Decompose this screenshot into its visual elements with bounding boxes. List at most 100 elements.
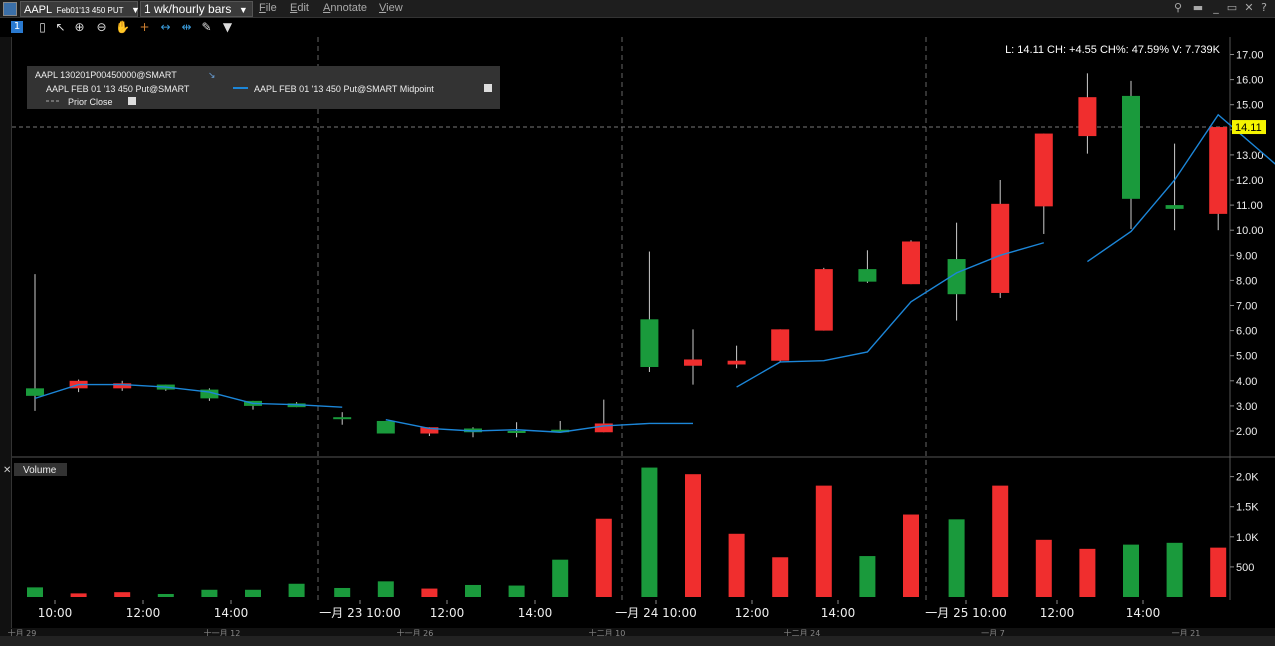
crosshair-icon[interactable]: + [137, 20, 152, 35]
volume-bar [70, 593, 87, 597]
volume-bar [465, 584, 481, 597]
crosshair-cursor-icon[interactable]: ↖ [53, 20, 68, 35]
zoom-in-icon[interactable]: ⊕ [72, 20, 87, 35]
help-icon[interactable]: ? [1258, 2, 1270, 14]
volume-bar [772, 557, 789, 597]
volume-bar [641, 467, 658, 597]
volume-bar [1123, 544, 1139, 597]
pin-icon[interactable]: ⚲ [1172, 2, 1184, 14]
symbol-combo[interactable]: AAPL Feb01'13 450 PUT ▼ [20, 1, 140, 17]
price-tick-label: 16.00 [1236, 75, 1264, 87]
time-axis: 10:00 12:00 14:00 一月 23 10:00 12:00 14:00 一月 2… [38, 600, 1161, 620]
volume-bar [903, 514, 919, 597]
volume-axis: 500 1.0K 1.5K 2.0K [1230, 472, 1259, 574]
candle-body [814, 269, 833, 331]
link-icon[interactable]: ▬ [1192, 2, 1204, 14]
symbol-label: AAPL [24, 4, 53, 16]
price-axis: 2.00 3.00 4.00 5.00 6.00 7.00 8.00 9.00 10.00 11.… [1230, 50, 1264, 438]
candle-body [771, 329, 790, 361]
candle-body [902, 241, 920, 285]
minimize-icon[interactable]: _ [1210, 2, 1222, 14]
candle-body [507, 431, 526, 433]
price-tick-label: 9.00 [1236, 250, 1257, 262]
chevron-down-icon: ▼ [130, 5, 140, 15]
price-tick-label: 15.00 [1236, 100, 1264, 112]
pan-hand-icon[interactable]: ✋ [115, 20, 130, 35]
volume-bar [728, 533, 745, 597]
volume-bars [27, 467, 1227, 597]
menu-view[interactable]: View [379, 2, 403, 14]
close-icon[interactable]: ✕ [1243, 2, 1255, 14]
chart-canvas[interactable]: 2.00 3.00 4.00 5.00 6.00 7.00 8.00 9.00 10.00 11.… [0, 37, 1275, 646]
expand-horizontal-icon[interactable]: ↔ [158, 20, 173, 35]
volume-bar [992, 485, 1009, 597]
volume-bar [815, 485, 832, 597]
volume-pane: ✕ Volume 500 1.0K 1.5K 2.0K [3, 463, 1259, 597]
candle-body [1165, 205, 1184, 209]
candle-body [1209, 127, 1228, 214]
time-tick-label: 12:00 [735, 606, 770, 620]
price-tick-label: 6.00 [1236, 326, 1257, 338]
chevron-down-icon: ▼ [238, 5, 248, 15]
time-tick-label: 14:00 [821, 606, 856, 620]
menu-file[interactable]: File [259, 2, 277, 14]
candle-body [1122, 95, 1140, 199]
volume-bar [1035, 539, 1052, 597]
volume-bar [685, 474, 701, 597]
volume-bar [859, 556, 876, 597]
volume-tick-label: 1.5K [1236, 502, 1259, 514]
volume-bar [552, 559, 569, 597]
time-tick-label: 12:00 [1040, 606, 1075, 620]
time-tick-label: 一月 25 10:00 [925, 606, 1006, 620]
bar-count-badge[interactable]: 1 [11, 21, 23, 33]
timeline-strip[interactable] [0, 628, 1275, 636]
menu-annotate[interactable]: Annotate [323, 2, 367, 14]
time-tick-label: 12:00 [126, 606, 161, 620]
volume-bar [377, 581, 394, 597]
dropdown-triangle-icon[interactable]: ▼ [220, 20, 235, 35]
volume-bar [1079, 548, 1096, 597]
price-tick-label: 13.00 [1236, 150, 1264, 162]
legend-contract: AAPL 130201P00450000@SMART [35, 70, 177, 80]
timeframe-combo[interactable]: 1 wk/hourly bars ▼ [140, 1, 253, 17]
legend-prior-close-checkbox[interactable] [128, 97, 136, 105]
maximize-icon[interactable]: ▭ [1226, 2, 1238, 14]
candle-body [594, 423, 613, 433]
zoom-out-icon[interactable]: ⊖ [94, 20, 109, 35]
volume-title: Volume [23, 465, 57, 476]
price-tick-label: 2.00 [1236, 426, 1257, 438]
volume-bar [948, 519, 965, 597]
volume-bar [1210, 547, 1227, 597]
timeframe-label: 1 wk/hourly bars [144, 2, 232, 16]
wrench-icon[interactable]: ✎ [199, 20, 214, 35]
volume-bar [27, 587, 43, 597]
volume-bar [245, 589, 261, 597]
compress-horizontal-icon[interactable]: ⇹ [179, 20, 194, 35]
volume-bar [421, 588, 438, 597]
legend-series2-checkbox[interactable] [484, 84, 492, 92]
candle-body [1078, 97, 1097, 137]
legend-panel: AAPL 130201P00450000@SMART ↘ AAPL FEB 01… [27, 66, 500, 109]
time-tick-label: 一月 23 10:00 [319, 606, 400, 620]
window-title-bar: AAPL Feb01'13 450 PUT ▼ 1 wk/hourly bars… [0, 0, 1275, 18]
legend-series1: AAPL FEB 01 '13 450 Put@SMART [46, 84, 190, 94]
price-tick-label: 11.00 [1236, 200, 1263, 212]
bar-style-icon[interactable]: ▯ [35, 20, 50, 35]
legend-arrow-icon[interactable]: ↘ [208, 71, 216, 81]
price-tick-label: 4.00 [1236, 376, 1257, 388]
time-tick-label: 14:00 [518, 606, 553, 620]
volume-bar [1166, 542, 1183, 597]
close-pane-icon[interactable]: ✕ [3, 465, 11, 476]
time-tick-label: 12:00 [430, 606, 465, 620]
volume-bar [157, 593, 174, 597]
volume-bar [114, 592, 131, 597]
menu-edit[interactable]: Edit [290, 2, 309, 14]
price-tick-label: 3.00 [1236, 401, 1257, 413]
candle-body [991, 203, 1010, 293]
time-tick-label: 14:00 [1126, 606, 1161, 620]
candle-body [1034, 133, 1053, 207]
price-tick-label: 10.00 [1236, 225, 1264, 237]
candle-body [684, 359, 702, 366]
candle-body [333, 417, 352, 420]
candle-body [376, 420, 395, 434]
